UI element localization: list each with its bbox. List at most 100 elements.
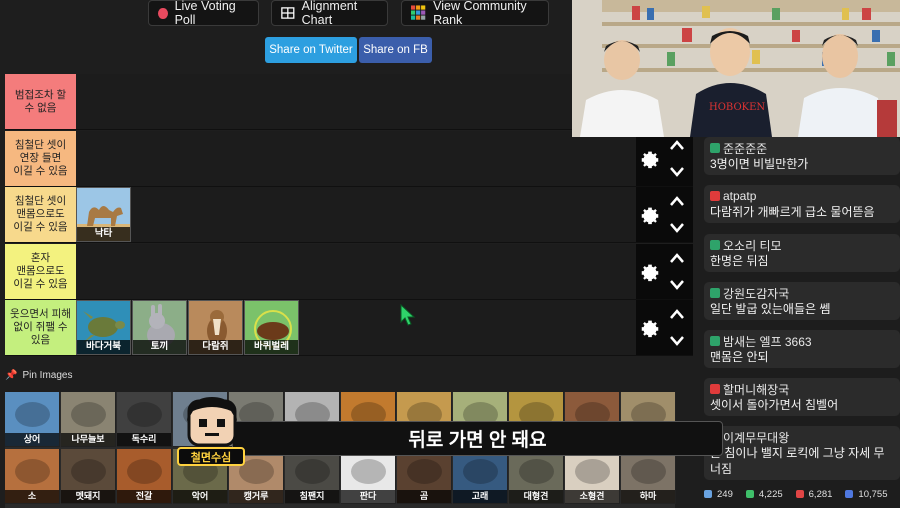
pool-item[interactable]: 소형견 [565, 449, 620, 504]
chevron-down-icon[interactable] [669, 335, 685, 347]
mouse-cursor-icon [400, 304, 416, 326]
animal-thumbnail-icon [351, 459, 386, 484]
tier-item-label: 토끼 [133, 340, 186, 354]
record-dot-icon [158, 7, 168, 19]
chat-username[interactable]: 오소리 티모 [723, 237, 782, 254]
chevron-down-icon[interactable] [669, 279, 685, 291]
tier-drop-zone[interactable] [76, 74, 637, 129]
chat-text: 셋이서 돌아가면서 침벨어 [710, 398, 839, 412]
chat-text: 맨몸은 안되 [710, 350, 769, 364]
pool-item[interactable]: 곰 [397, 449, 452, 504]
chat-username[interactable]: 이계무무대왕 [723, 429, 789, 446]
gear-icon[interactable] [639, 148, 661, 170]
animal-thumbnail-icon [463, 459, 498, 484]
gear-icon[interactable] [639, 204, 661, 226]
tier-item-sea-turtle[interactable]: 바다거북 [76, 300, 131, 355]
share-twitter-button[interactable]: Share on Twitter [265, 37, 357, 63]
pool-item-label: 악어 [173, 490, 227, 503]
alignment-chart-button[interactable]: Alignment Chart [271, 0, 388, 27]
chevron-up-icon[interactable] [669, 195, 685, 207]
tier-label[interactable]: 웃으면서 피해 없이 쥐팰 수 있음 [5, 300, 76, 355]
mascot-name-tag: 철면수심 [177, 447, 245, 466]
animal-thumbnail-icon [407, 459, 442, 484]
tier-item-chipmunk[interactable]: 다람쥐 [188, 300, 243, 355]
pool-item-label: 고래 [453, 490, 507, 503]
total-count: 10,755 [858, 488, 888, 500]
tier-item-camel[interactable]: 낙타 [76, 187, 131, 242]
live-voting-poll-button[interactable]: Live Voting Poll [148, 0, 259, 27]
pool-item-label: 하마 [621, 490, 675, 503]
tier-controls [636, 300, 693, 355]
pool-item-label: 판다 [341, 490, 395, 503]
chat-message: 할머니해장국 셋이서 돌아가면서 침벨어 [704, 378, 900, 416]
tier-drop-zone[interactable]: 바다거북 토끼 다람쥐 바퀴벌레 [76, 300, 637, 355]
pool-item[interactable]: 나무늘보 [61, 392, 116, 447]
tier-item-label: 바퀴벌레 [245, 340, 298, 354]
viewers-icon [704, 490, 712, 498]
chevron-down-icon[interactable] [669, 222, 685, 234]
chat-username[interactable]: 밤새는 엘프 3663 [723, 333, 812, 350]
pool-item[interactable]: 하마 [621, 449, 676, 504]
tier-label[interactable]: 침철단 셋이 맨몸으로도 이길 수 있음 [5, 187, 76, 242]
pool-item[interactable]: 독수리 [117, 392, 172, 447]
stream-stats: 249 4,225 6,281 10,755 [704, 485, 900, 503]
tier-item-label: 바다거북 [77, 340, 130, 354]
tier-item-rabbit[interactable]: 토끼 [132, 300, 187, 355]
webcam-feed: HOBOKEN [572, 0, 900, 137]
chat-username[interactable]: 강원도감자국 [723, 285, 789, 302]
chat-message: 밤새는 엘프 3663 맨몸은 안되 [704, 330, 900, 368]
view-community-rank-label: View Community Rank [433, 0, 527, 27]
chevron-up-icon[interactable] [669, 308, 685, 320]
pool-item[interactable]: 침팬지 [285, 449, 340, 504]
chevron-up-icon[interactable] [669, 139, 685, 151]
pool-item-label: 멧돼지 [61, 490, 115, 503]
tier-row: 혼자 맨몸으로도 이길 수 있음 [5, 244, 693, 300]
stream-frame: Live Voting Poll Alignment Chart View Co… [0, 0, 900, 508]
animal-thumbnail-icon [15, 402, 50, 427]
tier-drop-zone[interactable] [76, 244, 637, 299]
animal-thumbnail-icon [519, 459, 554, 484]
gear-icon[interactable] [639, 317, 661, 339]
chat-username[interactable]: 준준준준 [723, 140, 767, 157]
pool-item[interactable]: 전갈 [117, 449, 172, 504]
pool-item[interactable]: 대형견 [509, 449, 564, 504]
pool-item[interactable]: 멧돼지 [61, 449, 116, 504]
member-icon [745, 490, 754, 498]
tier-row: 침철단 셋이 연장 들면 이길 수 있음 [5, 131, 693, 187]
chevron-up-icon[interactable] [669, 252, 685, 264]
tier-item-label: 다람쥐 [189, 340, 242, 354]
viewers-count: 249 [717, 488, 733, 500]
chat-message: 오소리 티모 한명은 뒤짐 [704, 234, 900, 272]
pool-item-label: 곰 [397, 490, 451, 503]
pool-item[interactable]: 판다 [341, 449, 396, 504]
tier-label[interactable]: 혼자 맨몸으로도 이길 수 있음 [5, 244, 76, 299]
chat-text: 다람쥐가 개빠르게 급소 물어뜯음 [710, 205, 875, 219]
share-fb-button[interactable]: Share on FB [359, 37, 432, 63]
chat-text: 3명이면 비빌만한가 [710, 157, 809, 171]
pin-images-toggle[interactable]: 📌 Pin Images [5, 370, 72, 381]
member-badge-icon [710, 240, 720, 250]
tier-label[interactable]: 범접조차 할 수 없음 [5, 74, 76, 129]
pool-item[interactable]: 소 [5, 449, 60, 504]
chat-username[interactable]: atpatp [723, 189, 756, 203]
tier-drop-zone[interactable] [76, 131, 637, 186]
view-community-rank-button[interactable]: View Community Rank [401, 0, 549, 27]
pool-item[interactable]: 고래 [453, 449, 508, 504]
gear-icon[interactable] [639, 261, 661, 283]
animal-thumbnail-icon [127, 402, 162, 427]
chat-message: atpatp 다람쥐가 개빠르게 급소 물어뜯음 [704, 185, 900, 223]
chevron-down-icon[interactable] [669, 166, 685, 178]
tier-row: 웃으면서 피해 없이 쥐팰 수 있음 바다거북 토끼 다람쥐 바퀴벌레 [5, 300, 693, 356]
pool-item[interactable]: 상어 [5, 392, 60, 447]
chat-username[interactable]: 할머니해장국 [723, 381, 789, 398]
animal-thumbnail-icon [631, 459, 666, 484]
chat-message: 준준준준 3명이면 비빌만한가 [704, 137, 900, 175]
tier-item-cockroach[interactable]: 바퀴벌레 [244, 300, 299, 355]
svg-text:HOBOKEN: HOBOKEN [709, 102, 765, 113]
tier-label[interactable]: 침철단 셋이 연장 들면 이길 수 있음 [5, 131, 76, 186]
live-voting-poll-label: Live Voting Poll [174, 0, 236, 27]
pool-item-label: 상어 [5, 433, 59, 446]
tier-drop-zone[interactable]: 낙타 [76, 187, 637, 242]
pool-item-label: 독수리 [117, 433, 171, 446]
likes-count: 4,225 [758, 488, 783, 500]
